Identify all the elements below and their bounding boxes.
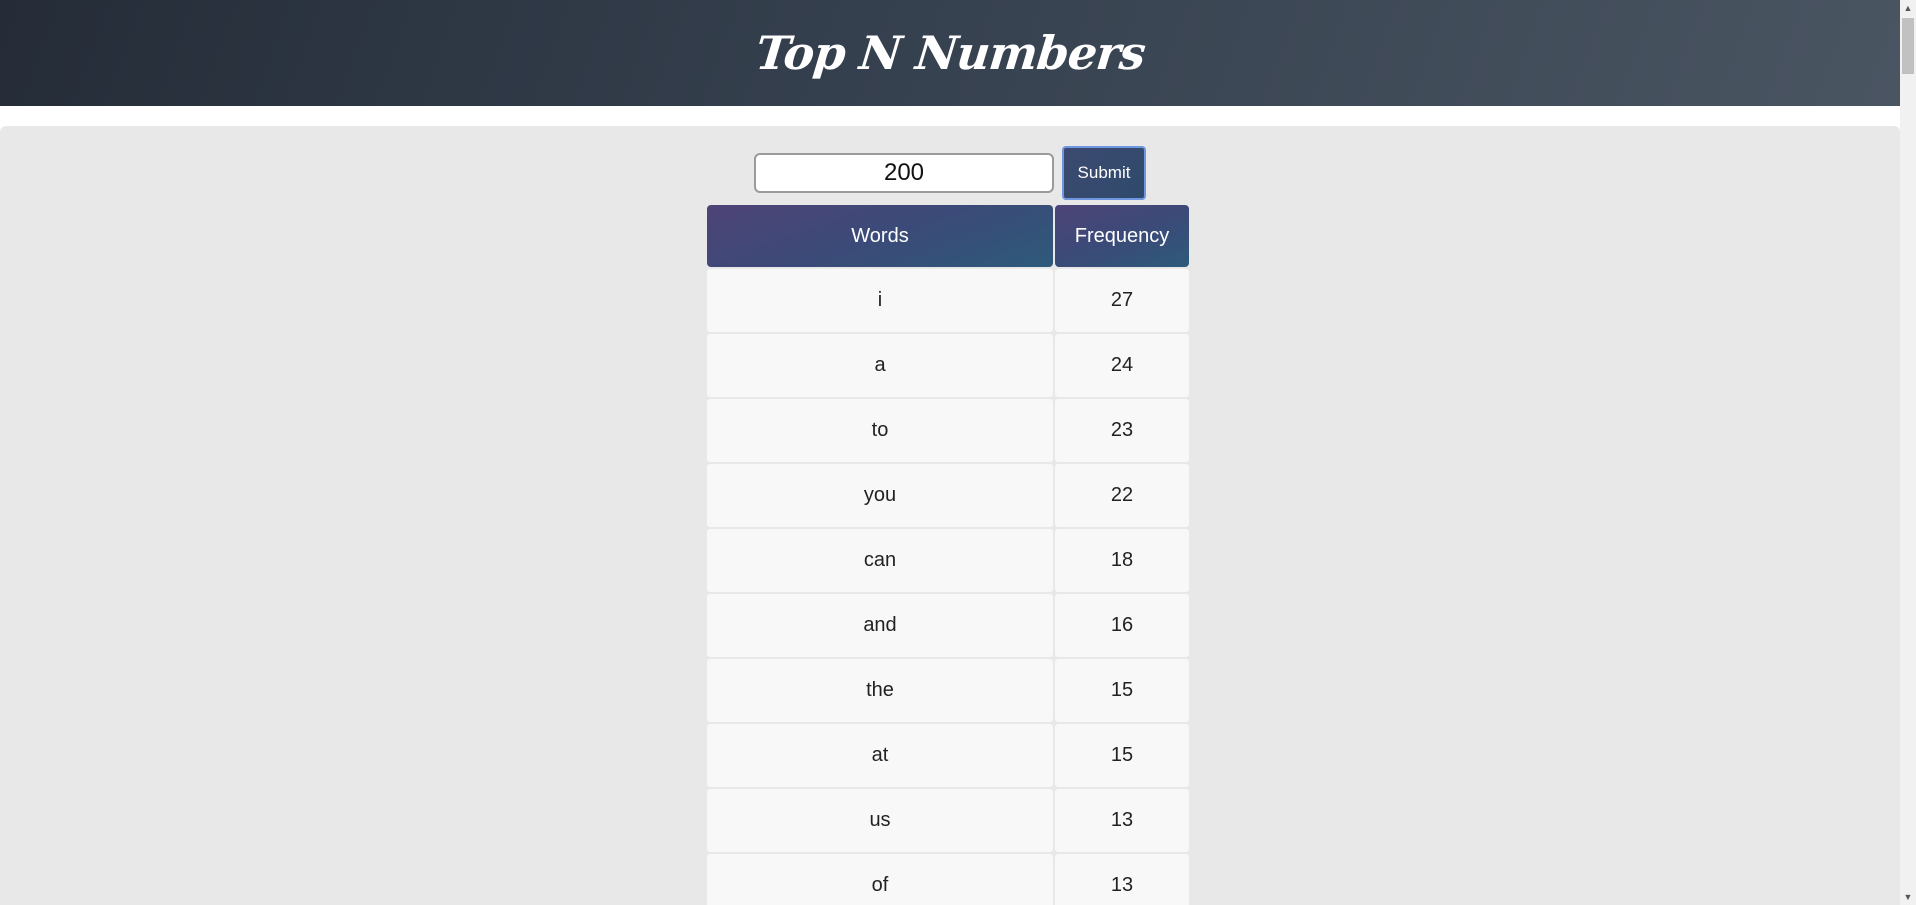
page-title: Top N Numbers [752, 26, 1148, 80]
frequency-cell: 22 [1055, 464, 1189, 527]
word-cell: to [707, 399, 1053, 462]
page: Top N Numbers Submit Words Frequency i 2… [0, 0, 1900, 905]
table-row: at 15 [707, 724, 1189, 787]
word-cell: can [707, 529, 1053, 592]
table-row: i 27 [707, 269, 1189, 332]
table-row: a 24 [707, 334, 1189, 397]
frequency-cell: 15 [1055, 724, 1189, 787]
frequency-cell: 13 [1055, 854, 1189, 905]
table-row: to 23 [707, 399, 1189, 462]
scroll-down-icon[interactable]: ▼ [1900, 889, 1916, 905]
word-cell: at [707, 724, 1053, 787]
vertical-scrollbar[interactable]: ▲ ▼ [1900, 0, 1916, 905]
word-cell: us [707, 789, 1053, 852]
frequency-cell: 15 [1055, 659, 1189, 722]
scroll-up-icon[interactable]: ▲ [1900, 0, 1916, 16]
table-row: us 13 [707, 789, 1189, 852]
frequency-cell: 13 [1055, 789, 1189, 852]
column-header-words: Words [707, 205, 1053, 267]
controls-row: Submit [754, 146, 1146, 200]
table-row: and 16 [707, 594, 1189, 657]
submit-button[interactable]: Submit [1062, 146, 1146, 200]
frequency-cell: 27 [1055, 269, 1189, 332]
word-cell: the [707, 659, 1053, 722]
table-row: of 13 [707, 854, 1189, 905]
word-cell: and [707, 594, 1053, 657]
top-n-input[interactable] [754, 153, 1054, 193]
frequency-cell: 23 [1055, 399, 1189, 462]
frequency-cell: 16 [1055, 594, 1189, 657]
word-cell: of [707, 854, 1053, 905]
scroll-thumb[interactable] [1902, 18, 1914, 74]
frequency-table: Words Frequency i 27 a 24 to 23 you 22 c… [705, 203, 1191, 905]
word-cell: i [707, 269, 1053, 332]
page-header: Top N Numbers [0, 0, 1900, 106]
main-panel: Submit Words Frequency i 27 a 24 to [0, 126, 1900, 905]
table-row: the 15 [707, 659, 1189, 722]
word-cell: a [707, 334, 1053, 397]
frequency-cell: 18 [1055, 529, 1189, 592]
frequency-cell: 24 [1055, 334, 1189, 397]
column-header-frequency: Frequency [1055, 205, 1189, 267]
table-row: can 18 [707, 529, 1189, 592]
word-cell: you [707, 464, 1053, 527]
table-row: you 22 [707, 464, 1189, 527]
table-header-row: Words Frequency [707, 205, 1189, 267]
